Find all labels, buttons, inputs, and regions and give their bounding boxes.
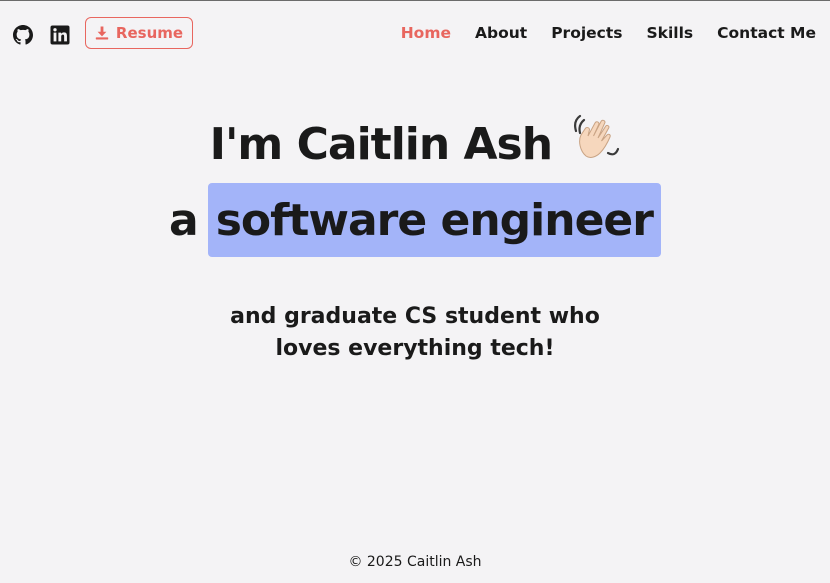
resume-label: Resume xyxy=(115,24,184,42)
hero-role-prefix: a xyxy=(169,194,199,246)
tagline-line-1: and graduate CS student who xyxy=(230,304,600,329)
top-bar: Resume Home About Projects Skills Contac… xyxy=(0,1,830,67)
nav-contact-me[interactable]: Contact Me xyxy=(717,24,816,42)
download-icon xyxy=(95,26,109,40)
hero-greeting: I'm Caitlin Ash xyxy=(209,119,553,170)
hero-role: software engineer xyxy=(215,194,654,246)
nav-about[interactable]: About xyxy=(475,24,527,42)
nav-skills[interactable]: Skills xyxy=(647,24,694,42)
footer-copyright: © 2025 Caitlin Ash xyxy=(348,554,482,570)
tagline-line-2: loves everything tech! xyxy=(275,336,555,361)
hero-tagline: and graduate CS student who loves everyt… xyxy=(0,301,830,365)
hero-greeting-line: I'm Caitlin Ash xyxy=(0,111,830,170)
linkedin-icon[interactable] xyxy=(50,25,70,45)
waving-hand-icon xyxy=(568,111,620,163)
github-icon[interactable] xyxy=(13,25,33,45)
nav-projects[interactable]: Projects xyxy=(551,24,622,42)
hero-role-line: a software engineer xyxy=(0,183,830,257)
nav-home[interactable]: Home xyxy=(401,24,451,42)
resume-download-button[interactable]: Resume xyxy=(85,17,193,49)
hero-role-highlight: software engineer xyxy=(207,183,661,257)
main-nav: Home About Projects Skills Contact Me xyxy=(401,24,816,42)
